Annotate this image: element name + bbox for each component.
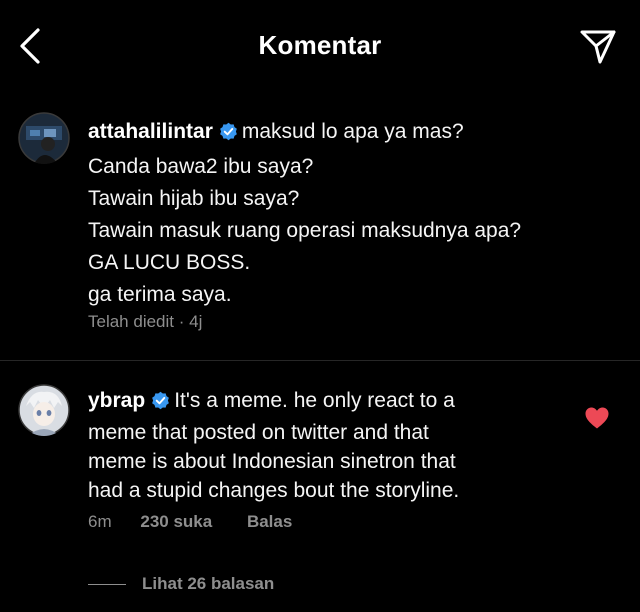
caption-meta: Telah diedit · 4j: [88, 312, 203, 331]
page-title: Komentar: [258, 30, 382, 60]
replies-divider: [88, 584, 126, 586]
comment-line: meme is about Indonesian sinetron that: [88, 450, 456, 473]
caption-line: Canda bawa2 ibu saya?: [88, 155, 314, 178]
comment-item: ybrap It's a meme. he only react to a mem…: [0, 384, 640, 612]
avatar-image: [18, 384, 70, 436]
view-replies-label: Lihat 26 balasan: [142, 574, 275, 593]
caption-text: attahalilintar maksud lo apa ya mas? Cand…: [88, 116, 628, 311]
caption-first-line: attahalilintar maksud lo apa ya mas?: [88, 116, 628, 151]
avatar[interactable]: [18, 112, 70, 164]
username-link[interactable]: attahalilintar: [88, 120, 213, 143]
like-button[interactable]: [584, 406, 610, 430]
caption-line: Tawain hijab ibu saya?: [88, 187, 300, 210]
comment-first-line: ybrap It's a meme. he only react to a: [88, 386, 558, 418]
caption-line: GA LUCU BOSS.: [88, 251, 251, 274]
username-link[interactable]: ybrap: [88, 389, 145, 412]
paper-plane-icon: [580, 30, 616, 64]
verified-badge-icon: [151, 389, 170, 418]
view-replies-button[interactable]: Lihat 26 balasan: [88, 574, 274, 594]
post-caption: attahalilintar maksud lo apa ya mas? Cand…: [0, 112, 640, 360]
comment-text: ybrap It's a meme. he only react to a mem…: [88, 386, 558, 505]
heart-filled-icon: [585, 407, 609, 429]
avatar-image: [18, 112, 70, 164]
avatar[interactable]: [18, 384, 70, 436]
comment-line: had a stupid changes bout the storyline.: [88, 479, 460, 502]
comment-line: It's a meme. he only react to a: [174, 389, 455, 412]
comment-meta: 6m 230 suka Balas: [88, 512, 292, 532]
reply-button[interactable]: Balas: [247, 512, 292, 532]
comments-header: Komentar: [0, 0, 640, 92]
divider: [0, 360, 640, 361]
like-count[interactable]: 230 suka: [140, 512, 212, 532]
verified-badge-icon: [219, 119, 238, 151]
caption-line: maksud lo apa ya mas?: [241, 120, 464, 143]
comment-line: meme that posted on twitter and that: [88, 421, 429, 444]
caption-line: Tawain masuk ruang operasi maksudnya apa…: [88, 219, 522, 242]
share-button[interactable]: [578, 26, 618, 66]
caption-line: ga terima saya.: [88, 283, 232, 306]
comment-time: 6m: [88, 512, 112, 531]
